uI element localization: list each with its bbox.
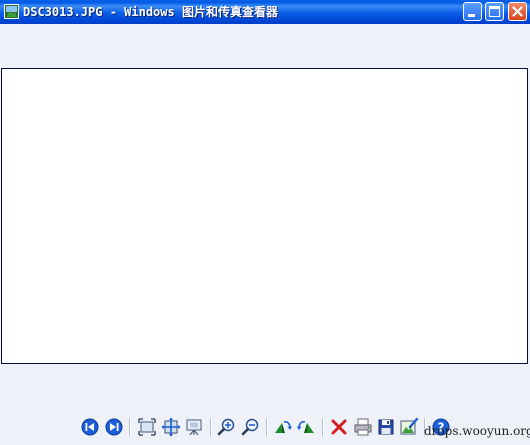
image-display-area[interactable] [1, 68, 528, 364]
close-button[interactable] [508, 2, 527, 21]
minimize-button[interactable] [463, 2, 482, 21]
best-fit-icon[interactable] [137, 417, 157, 437]
toolbar-separator [266, 418, 268, 436]
toolbar-separator [210, 418, 212, 436]
rotate-clockwise-icon[interactable] [273, 417, 293, 437]
minimize-icon [468, 14, 475, 17]
picture-viewer-window: DSC3013.JPG - Windows 图片和传真查看器 ? drops.w… [0, 0, 530, 445]
print-icon[interactable] [353, 417, 373, 437]
close-icon [512, 6, 523, 17]
previous-icon[interactable] [80, 417, 100, 437]
next-icon[interactable] [104, 417, 124, 437]
watermark-text: drops.wooyun.org [424, 424, 530, 438]
rotate-counterclockwise-icon[interactable] [296, 417, 316, 437]
window-title: DSC3013.JPG - Windows 图片和传真查看器 [23, 5, 278, 19]
slideshow-icon[interactable] [184, 417, 204, 437]
actual-size-icon[interactable] [161, 417, 181, 437]
save-icon[interactable] [376, 417, 396, 437]
toolbar-separator [322, 418, 324, 436]
zoom-in-icon[interactable] [217, 417, 237, 437]
maximize-button[interactable] [485, 2, 504, 21]
title-bar[interactable]: DSC3013.JPG - Windows 图片和传真查看器 [0, 0, 530, 24]
zoom-out-icon[interactable] [241, 417, 261, 437]
toolbar-separator [129, 418, 131, 436]
edit-icon[interactable] [399, 417, 419, 437]
maximize-icon [489, 6, 500, 17]
picture-viewer-app-icon [4, 4, 19, 19]
delete-icon[interactable] [329, 417, 349, 437]
